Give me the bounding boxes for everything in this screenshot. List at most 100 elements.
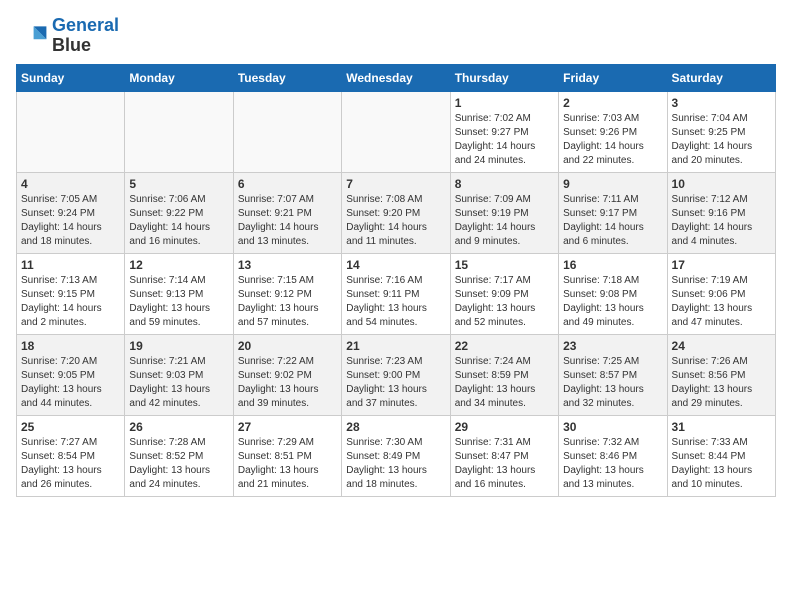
calendar-cell: 6 Sunrise: 7:07 AM Sunset: 9:21 PM Daylig… <box>233 172 341 253</box>
day-number: 24 <box>672 339 771 353</box>
day-info: Sunrise: 7:16 AM Sunset: 9:11 PM Dayligh… <box>346 274 445 330</box>
day-info: Sunrise: 7:25 AM Sunset: 8:57 PM Dayligh… <box>563 355 662 411</box>
logo: General Blue <box>16 16 119 56</box>
calendar-cell: 14 Sunrise: 7:16 AM Sunset: 9:11 PM Dayli… <box>342 253 450 334</box>
calendar-cell: 7 Sunrise: 7:08 AM Sunset: 9:20 PM Daylig… <box>342 172 450 253</box>
calendar-cell: 17 Sunrise: 7:19 AM Sunset: 9:06 PM Dayli… <box>667 253 775 334</box>
calendar-week-2: 4 Sunrise: 7:05 AM Sunset: 9:24 PM Daylig… <box>17 172 776 253</box>
logo-icon <box>16 20 48 52</box>
calendar-cell <box>233 91 341 172</box>
calendar-cell: 11Sunrise: 7:13 AM Sunset: 9:15 PM Dayli… <box>17 253 125 334</box>
day-number: 30 <box>563 420 662 434</box>
day-info: Sunrise: 7:21 AM Sunset: 9:03 PM Dayligh… <box>129 355 228 411</box>
calendar-cell: 12Sunrise: 7:14 AM Sunset: 9:13 PM Dayli… <box>125 253 233 334</box>
day-number: 10 <box>672 177 771 191</box>
calendar-cell: 2 Sunrise: 7:03 AM Sunset: 9:26 PM Daylig… <box>559 91 667 172</box>
day-number: 23 <box>563 339 662 353</box>
day-info: Sunrise: 7:17 AM Sunset: 9:09 PM Dayligh… <box>455 274 554 330</box>
calendar-cell: 5Sunrise: 7:06 AM Sunset: 9:22 PM Daylig… <box>125 172 233 253</box>
calendar-cell: 13 Sunrise: 7:15 AM Sunset: 9:12 PM Dayli… <box>233 253 341 334</box>
weekday-header-friday: Friday <box>559 64 667 91</box>
day-info: Sunrise: 7:14 AM Sunset: 9:13 PM Dayligh… <box>129 274 228 330</box>
calendar-cell: 24 Sunrise: 7:26 AM Sunset: 8:56 PM Dayli… <box>667 334 775 415</box>
calendar-week-1: 1 Sunrise: 7:02 AM Sunset: 9:27 PM Daylig… <box>17 91 776 172</box>
day-info: Sunrise: 7:12 AM Sunset: 9:16 PM Dayligh… <box>672 193 771 249</box>
calendar-cell: 18 Sunrise: 7:20 AM Sunset: 9:05 PM Dayli… <box>17 334 125 415</box>
day-info: Sunrise: 7:07 AM Sunset: 9:21 PM Dayligh… <box>238 193 337 249</box>
day-number: 1 <box>455 96 554 110</box>
day-number: 3 <box>672 96 771 110</box>
weekday-header-sunday: Sunday <box>17 64 125 91</box>
calendar-cell <box>342 91 450 172</box>
day-info: Sunrise: 7:27 AM Sunset: 8:54 PM Dayligh… <box>21 436 120 492</box>
day-info: Sunrise: 7:09 AM Sunset: 9:19 PM Dayligh… <box>455 193 554 249</box>
calendar-cell: 20 Sunrise: 7:22 AM Sunset: 9:02 PM Dayli… <box>233 334 341 415</box>
day-number: 7 <box>346 177 445 191</box>
day-info: Sunrise: 7:05 AM Sunset: 9:24 PM Dayligh… <box>21 193 120 249</box>
day-number: 20 <box>238 339 337 353</box>
calendar-cell: 19 Sunrise: 7:21 AM Sunset: 9:03 PM Dayli… <box>125 334 233 415</box>
calendar-cell <box>125 91 233 172</box>
calendar-cell: 27 Sunrise: 7:29 AM Sunset: 8:51 PM Dayli… <box>233 415 341 496</box>
calendar-cell: 29 Sunrise: 7:31 AM Sunset: 8:47 PM Dayli… <box>450 415 558 496</box>
day-info: Sunrise: 7:28 AM Sunset: 8:52 PM Dayligh… <box>129 436 228 492</box>
calendar-cell: 26 Sunrise: 7:28 AM Sunset: 8:52 PM Dayli… <box>125 415 233 496</box>
calendar-cell: 15 Sunrise: 7:17 AM Sunset: 9:09 PM Dayli… <box>450 253 558 334</box>
day-info: Sunrise: 7:22 AM Sunset: 9:02 PM Dayligh… <box>238 355 337 411</box>
weekday-header-row: SundayMondayTuesdayWednesdayThursdayFrid… <box>17 64 776 91</box>
day-info: Sunrise: 7:24 AM Sunset: 8:59 PM Dayligh… <box>455 355 554 411</box>
day-number: 18 <box>21 339 120 353</box>
calendar-cell: 31 Sunrise: 7:33 AM Sunset: 8:44 PM Dayli… <box>667 415 775 496</box>
day-info: Sunrise: 7:30 AM Sunset: 8:49 PM Dayligh… <box>346 436 445 492</box>
day-info: Sunrise: 7:08 AM Sunset: 9:20 PM Dayligh… <box>346 193 445 249</box>
day-number: 16 <box>563 258 662 272</box>
calendar-week-5: 25 Sunrise: 7:27 AM Sunset: 8:54 PM Dayli… <box>17 415 776 496</box>
weekday-header-wednesday: Wednesday <box>342 64 450 91</box>
day-number: 6 <box>238 177 337 191</box>
day-info: Sunrise: 7:19 AM Sunset: 9:06 PM Dayligh… <box>672 274 771 330</box>
day-info: Sunrise: 7:33 AM Sunset: 8:44 PM Dayligh… <box>672 436 771 492</box>
day-info: Sunrise: 7:31 AM Sunset: 8:47 PM Dayligh… <box>455 436 554 492</box>
day-info: Sunrise: 7:02 AM Sunset: 9:27 PM Dayligh… <box>455 112 554 168</box>
day-info: Sunrise: 7:26 AM Sunset: 8:56 PM Dayligh… <box>672 355 771 411</box>
weekday-header-monday: Monday <box>125 64 233 91</box>
day-number: 27 <box>238 420 337 434</box>
day-info: Sunrise: 7:20 AM Sunset: 9:05 PM Dayligh… <box>21 355 120 411</box>
day-number: 2 <box>563 96 662 110</box>
calendar-cell: 4 Sunrise: 7:05 AM Sunset: 9:24 PM Daylig… <box>17 172 125 253</box>
weekday-header-saturday: Saturday <box>667 64 775 91</box>
day-info: Sunrise: 7:15 AM Sunset: 9:12 PM Dayligh… <box>238 274 337 330</box>
day-info: Sunrise: 7:23 AM Sunset: 9:00 PM Dayligh… <box>346 355 445 411</box>
calendar-cell: 25 Sunrise: 7:27 AM Sunset: 8:54 PM Dayli… <box>17 415 125 496</box>
calendar-cell: 30Sunrise: 7:32 AM Sunset: 8:46 PM Dayli… <box>559 415 667 496</box>
day-number: 19 <box>129 339 228 353</box>
day-info: Sunrise: 7:18 AM Sunset: 9:08 PM Dayligh… <box>563 274 662 330</box>
day-info: Sunrise: 7:04 AM Sunset: 9:25 PM Dayligh… <box>672 112 771 168</box>
day-number: 13 <box>238 258 337 272</box>
logo-blue: Blue <box>52 35 91 55</box>
calendar-week-4: 18 Sunrise: 7:20 AM Sunset: 9:05 PM Dayli… <box>17 334 776 415</box>
calendar-cell: 10 Sunrise: 7:12 AM Sunset: 9:16 PM Dayli… <box>667 172 775 253</box>
logo-general: General <box>52 15 119 35</box>
day-number: 15 <box>455 258 554 272</box>
calendar-cell: 9Sunrise: 7:11 AM Sunset: 9:17 PM Daylig… <box>559 172 667 253</box>
day-number: 29 <box>455 420 554 434</box>
calendar-cell <box>17 91 125 172</box>
calendar-cell: 22 Sunrise: 7:24 AM Sunset: 8:59 PM Dayli… <box>450 334 558 415</box>
day-number: 31 <box>672 420 771 434</box>
weekday-header-tuesday: Tuesday <box>233 64 341 91</box>
day-number: 4 <box>21 177 120 191</box>
calendar-cell: 23 Sunrise: 7:25 AM Sunset: 8:57 PM Dayli… <box>559 334 667 415</box>
day-number: 26 <box>129 420 228 434</box>
day-number: 22 <box>455 339 554 353</box>
day-number: 14 <box>346 258 445 272</box>
day-info: Sunrise: 7:03 AM Sunset: 9:26 PM Dayligh… <box>563 112 662 168</box>
calendar-cell: 1 Sunrise: 7:02 AM Sunset: 9:27 PM Daylig… <box>450 91 558 172</box>
day-number: 28 <box>346 420 445 434</box>
calendar-cell: 16 Sunrise: 7:18 AM Sunset: 9:08 PM Dayli… <box>559 253 667 334</box>
day-number: 17 <box>672 258 771 272</box>
calendar-cell: 8Sunrise: 7:09 AM Sunset: 9:19 PM Daylig… <box>450 172 558 253</box>
calendar-table: SundayMondayTuesdayWednesdayThursdayFrid… <box>16 64 776 497</box>
day-info: Sunrise: 7:29 AM Sunset: 8:51 PM Dayligh… <box>238 436 337 492</box>
day-number: 25 <box>21 420 120 434</box>
